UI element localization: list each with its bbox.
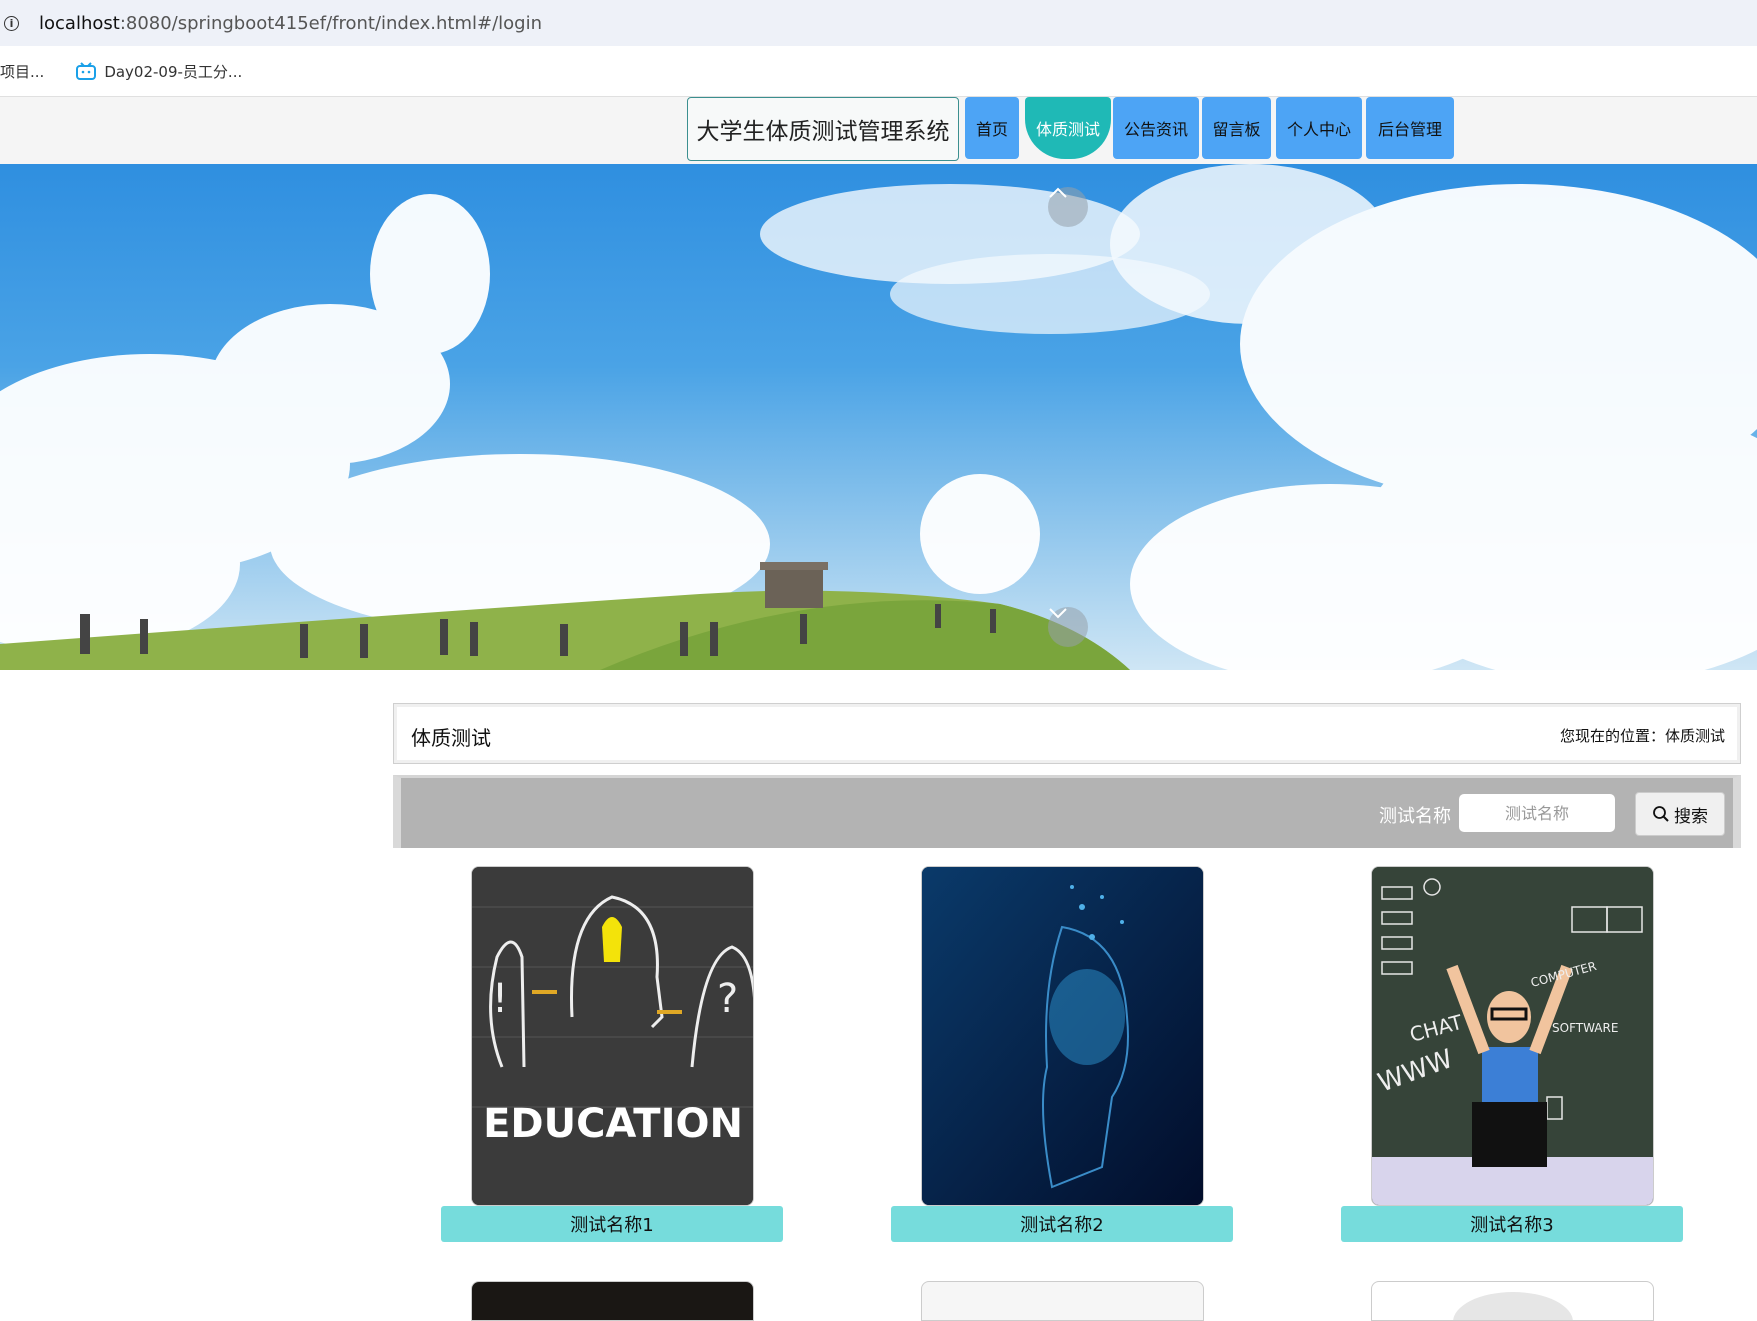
bookmarks-bar: 项目... Day02-09-员工分... [0, 46, 1757, 97]
card-image[interactable] [921, 866, 1204, 1206]
svg-text:?: ? [717, 976, 738, 1022]
nav-home[interactable]: 首页 [965, 97, 1019, 159]
search-bar: 测试名称 搜索 [393, 775, 1741, 848]
card-image[interactable]: ! ? EDUCATION [471, 866, 754, 1206]
address-bar[interactable]: i localhost:8080/springboot415ef/front/i… [0, 0, 1757, 46]
carousel-down-button[interactable] [1048, 607, 1088, 647]
image-caption-text: EDUCATION [483, 1101, 743, 1147]
bookmark-item[interactable]: 项目... [0, 61, 44, 82]
card-title[interactable]: 测试名称3 [1341, 1206, 1683, 1242]
search-label: 测试名称 [1379, 806, 1451, 827]
card-title[interactable]: 测试名称2 [891, 1206, 1233, 1242]
current-location: 您现在的位置：体质测试 [1559, 727, 1725, 745]
search-button-label: 搜索 [1674, 806, 1708, 827]
nav-admin[interactable]: 后台管理 [1366, 97, 1454, 159]
banner-image [0, 164, 1757, 670]
search-icon [1653, 806, 1669, 822]
bilibili-tv-icon [76, 62, 97, 80]
nav-fitness-test[interactable]: 体质测试 [1025, 97, 1111, 159]
site-title: 大学生体质测试管理系统 [687, 97, 959, 161]
svg-text:!: ! [492, 976, 508, 1022]
test-card-partial[interactable] [471, 1281, 754, 1321]
nav-announcements[interactable]: 公告资讯 [1113, 97, 1199, 159]
breadcrumb: 体质测试 您现在的位置：体质测试 [393, 703, 1741, 764]
test-card-partial[interactable] [1371, 1281, 1654, 1321]
digital-head-image [922, 867, 1203, 1205]
test-card-partial[interactable] [921, 1281, 1204, 1321]
search-button[interactable]: 搜索 [1635, 792, 1725, 836]
site-info-icon[interactable]: i [4, 15, 19, 31]
nav-personal-center[interactable]: 个人中心 [1276, 97, 1362, 159]
nav-message-board[interactable]: 留言板 [1202, 97, 1271, 159]
search-input[interactable] [1459, 794, 1615, 832]
svg-text:SOFTWARE: SOFTWARE [1552, 1021, 1618, 1035]
url-text[interactable]: localhost:8080/springboot415ef/front/ind… [39, 13, 542, 34]
url-host: localhost [39, 12, 120, 34]
card-title[interactable]: 测试名称1 [441, 1206, 783, 1242]
chevron-down-icon [1049, 608, 1067, 619]
page-title: 体质测试 [411, 726, 491, 750]
computer-kid-image: CHAT WWW SOFTWARE COMPUTER [1372, 867, 1653, 1205]
hero-banner [0, 164, 1757, 670]
avatar-placeholder-image [1453, 1292, 1573, 1320]
bookmark-label: Day02-09-员工分... [104, 62, 243, 81]
bookmark-item[interactable]: Day02-09-员工分... [76, 61, 242, 82]
carousel-up-button[interactable] [1048, 187, 1088, 227]
education-chalkboard-image: ! ? EDUCATION [472, 867, 753, 1205]
top-nav: 大学生体质测试管理系统 首页 体质测试 公告资讯 留言板 个人中心 后台管理 [0, 97, 1757, 164]
url-path: :8080/springboot415ef/front/index.html#/… [119, 12, 542, 34]
card-image[interactable]: CHAT WWW SOFTWARE COMPUTER [1371, 866, 1654, 1206]
chevron-up-icon [1049, 187, 1067, 198]
